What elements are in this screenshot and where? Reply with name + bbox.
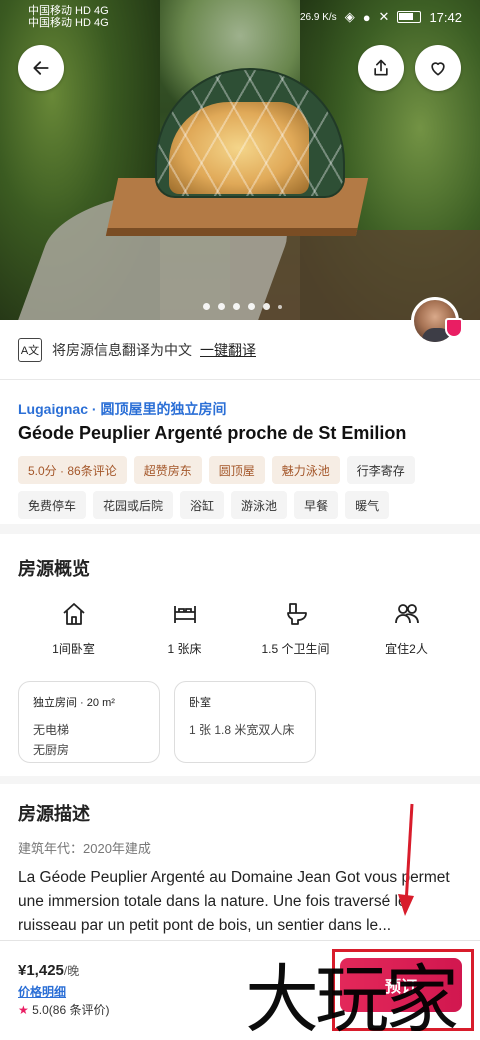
- room-info-card[interactable]: 独立房间 · 20 m² 无电梯 无厨房: [18, 681, 160, 763]
- amenity-bedroom: 1间卧室: [18, 600, 129, 657]
- share-icon: [374, 59, 388, 76]
- net-speed: 26.9 K/s: [299, 11, 337, 23]
- listing-title: Géode Peuplier Argenté proche de St Emil…: [18, 423, 407, 443]
- hero-photo[interactable]: 中国移动 HD 4G 中国移动 HD 4G 26.9 K/s ◈ ● ✕ 17:…: [0, 0, 480, 320]
- amenity-bed: 1 张床: [129, 600, 240, 657]
- amenity-label: 1 张床: [167, 642, 202, 656]
- dome-frame: [157, 70, 343, 196]
- carrier-1: 中国移动 HD 4G: [28, 5, 109, 17]
- card-line: 无电梯: [33, 723, 70, 737]
- build-year: 建筑年代：2020年建成: [18, 841, 151, 856]
- translate-icon: A文: [18, 337, 42, 362]
- listing-location[interactable]: Lugaignac · 圆顶屋里的独立房间: [18, 399, 226, 419]
- pagination-dot: [203, 303, 210, 310]
- price-detail-link[interactable]: 价格明细: [18, 983, 66, 1000]
- card-title: 卧室: [189, 697, 211, 709]
- tag-pool-charm[interactable]: 魅力泳池: [271, 456, 340, 484]
- tag-bathtub[interactable]: 浴缸: [180, 491, 225, 519]
- description-title: 房源描述: [18, 804, 90, 824]
- photo-pagination: [203, 303, 282, 310]
- card-title: 独立房间 · 20 m²: [33, 697, 115, 709]
- pagination-dot: [263, 303, 270, 310]
- tag-pool[interactable]: 游泳池: [231, 491, 288, 519]
- carrier-2: 中国移动 HD 4G: [28, 17, 109, 29]
- guests-icon: [394, 604, 419, 624]
- pagination-dot: [233, 303, 240, 310]
- tag-breakfast[interactable]: 早餐: [294, 491, 339, 519]
- mute-icon: ✕: [378, 9, 390, 24]
- tag-superhost[interactable]: 超赞房东: [133, 456, 202, 484]
- bedroom-card[interactable]: 卧室 1 张 1.8 米宽双人床: [174, 681, 316, 763]
- status-bar: 中国移动 HD 4G 中国移动 HD 4G 26.9 K/s ◈ ● ✕ 17:…: [0, 0, 480, 34]
- card-line: 1 张 1.8 米宽双人床: [189, 723, 295, 737]
- status-carriers: 中国移动 HD 4G 中国移动 HD 4G: [28, 5, 109, 29]
- favorite-button[interactable]: [415, 45, 461, 91]
- annotation-arrow-icon: [398, 803, 414, 916]
- hero-dome: [155, 68, 345, 198]
- location-icon: ●: [362, 9, 371, 25]
- pagination-dot: [248, 303, 255, 310]
- amenity-list: 1间卧室 1 张床 1.5 个卫生间 宜住2人: [18, 600, 462, 657]
- superhost-badge-icon: [445, 318, 463, 338]
- tag-rating[interactable]: 5.0分 · 86条评论: [18, 456, 127, 484]
- back-button[interactable]: [18, 45, 64, 91]
- price-unit: /晚: [63, 964, 80, 978]
- rating[interactable]: ★ 5.0(86 条评价): [18, 1001, 109, 1018]
- watermark-logo: 大玩家: [245, 957, 459, 1040]
- translate-bar: A文 将房源信息翻译为中文 一键翻译: [0, 320, 480, 380]
- amenity-label: 1间卧室: [52, 642, 95, 656]
- section-divider: [0, 524, 480, 534]
- house-icon: [62, 603, 85, 625]
- pagination-dot: [278, 304, 282, 309]
- status-right: 26.9 K/s ◈ ● ✕ 17:42: [300, 9, 462, 25]
- amenity-guests: 宜住2人: [351, 600, 462, 657]
- amenity-bathroom: 1.5 个卫生间: [240, 600, 351, 657]
- star-icon: ★: [18, 1003, 29, 1017]
- tag-parking[interactable]: 免费停车: [18, 491, 87, 519]
- arrow-left-icon: [33, 61, 49, 75]
- battery-icon: [397, 11, 422, 23]
- section-divider: [0, 776, 480, 784]
- overview-title: 房源概览: [18, 559, 90, 579]
- translate-link[interactable]: 一键翻译: [200, 340, 256, 360]
- clock: 17:42: [429, 9, 462, 25]
- amenity-label: 宜住2人: [385, 642, 428, 656]
- amenity-label: 1.5 个卫生间: [261, 642, 330, 656]
- bed-icon: [173, 606, 196, 623]
- tag-dome[interactable]: 圆顶屋: [208, 456, 265, 484]
- wifi-icon: ◈: [344, 9, 355, 24]
- rating-text: 5.0(86 条评价): [32, 1003, 110, 1017]
- pagination-dot: [218, 303, 225, 310]
- toilet-icon: [286, 603, 307, 625]
- listing-tags: 5.0分 · 86条评论 超赞房东 圆顶屋 魅力泳池 行李寄存 免费停车 花园或…: [18, 456, 468, 519]
- translate-text: 将房源信息翻译为中文: [52, 341, 192, 358]
- heart-icon: [431, 62, 445, 76]
- tag-garden[interactable]: 花园或后院: [93, 491, 174, 519]
- nightly-price: ¥1,425/晚: [18, 962, 79, 979]
- price-amount: ¥1,425: [18, 962, 64, 979]
- card-line: 无厨房: [33, 743, 70, 757]
- tag-heating[interactable]: 暖气: [345, 491, 390, 519]
- tag-luggage[interactable]: 行李寄存: [346, 456, 415, 484]
- share-button[interactable]: [358, 45, 404, 91]
